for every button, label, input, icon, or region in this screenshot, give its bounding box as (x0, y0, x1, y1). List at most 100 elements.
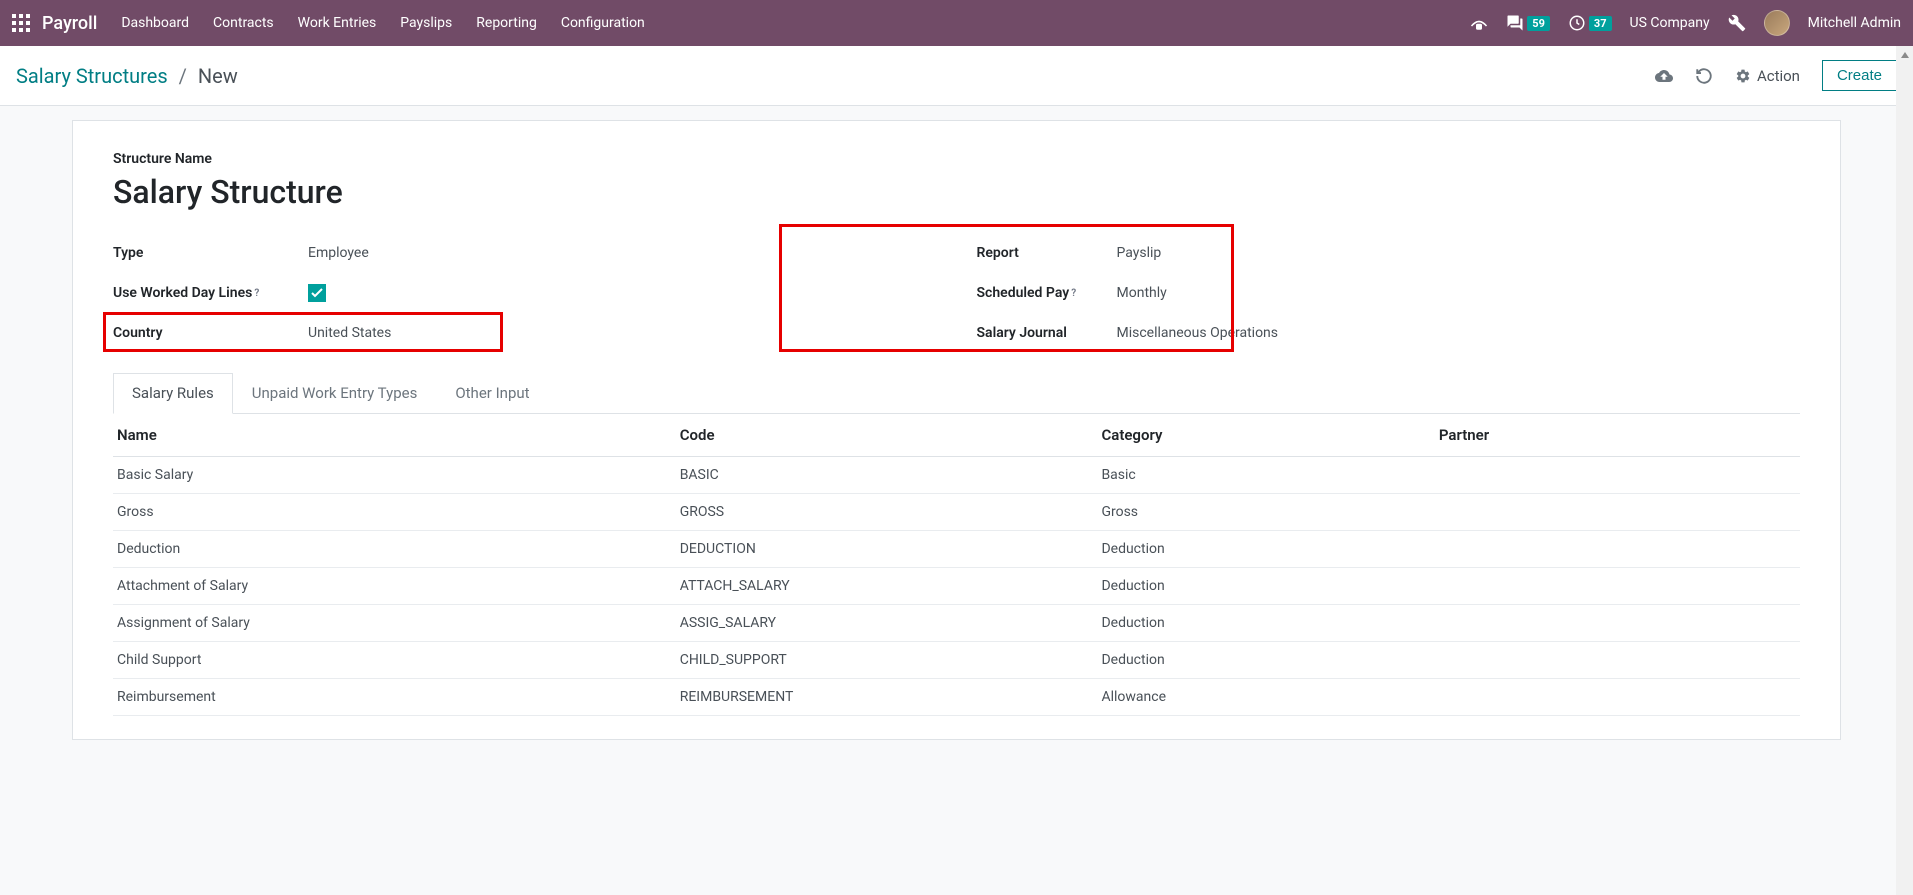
journal-value[interactable]: Miscellaneous Operations (1117, 325, 1279, 341)
scheduled-label: Scheduled Pay? (977, 285, 1117, 301)
activities-icon[interactable]: 37 (1568, 14, 1612, 32)
form-fields-area: Type Employee Use Worked Day Lines? (113, 233, 1800, 353)
nav-menu-payslips[interactable]: Payslips (400, 15, 452, 31)
cell-category: Deduction (1091, 568, 1428, 605)
cell-name: Deduction (113, 531, 670, 568)
apps-icon[interactable] (12, 14, 30, 32)
cell-category: Basic (1091, 457, 1428, 494)
field-type: Type Employee (113, 233, 937, 273)
field-salary-journal: Salary Journal Miscellaneous Operations (977, 313, 1801, 353)
field-worked-day-lines: Use Worked Day Lines? (113, 273, 937, 313)
table-row[interactable]: Attachment of SalaryATTACH_SALARYDeducti… (113, 568, 1800, 605)
debug-tools-icon[interactable] (1728, 14, 1746, 32)
worked-day-label: Use Worked Day Lines? (113, 285, 308, 301)
field-scheduled-pay: Scheduled Pay? Monthly (977, 273, 1801, 313)
cell-code: ASSIG_SALARY (670, 605, 1092, 642)
nav-left: Payroll Dashboard Contracts Work Entries… (12, 13, 645, 34)
scroll-up-arrow-icon[interactable] (1896, 46, 1913, 63)
structure-name-label: Structure Name (113, 151, 1800, 167)
cell-partner (1429, 605, 1800, 642)
cell-code: DEDUCTION (670, 531, 1092, 568)
cell-code: CHILD_SUPPORT (670, 642, 1092, 679)
messages-icon[interactable]: 59 (1506, 14, 1550, 32)
cell-category: Gross (1091, 494, 1428, 531)
nav-menu-configuration[interactable]: Configuration (561, 15, 645, 31)
cell-code: BASIC (670, 457, 1092, 494)
cell-partner (1429, 531, 1800, 568)
form-left-column: Type Employee Use Worked Day Lines? (113, 233, 937, 353)
tab-salary-rules[interactable]: Salary Rules (113, 373, 233, 414)
cell-name: Basic Salary (113, 457, 670, 494)
breadcrumb-separator: / (179, 64, 187, 88)
field-country: Country United States (113, 313, 937, 353)
cell-name: Child Support (113, 642, 670, 679)
table-row[interactable]: GrossGROSSGross (113, 494, 1800, 531)
action-dropdown[interactable]: Action (1735, 67, 1800, 85)
record-title[interactable]: Salary Structure (113, 173, 1800, 211)
cell-name: Gross (113, 494, 670, 531)
nav-menu-work-entries[interactable]: Work Entries (298, 15, 377, 31)
app-title[interactable]: Payroll (42, 13, 97, 34)
user-avatar[interactable] (1764, 10, 1790, 36)
top-navbar: Payroll Dashboard Contracts Work Entries… (0, 0, 1913, 46)
cell-name: Attachment of Salary (113, 568, 670, 605)
cell-code: REIMBURSEMENT (670, 679, 1092, 716)
nav-menu-dashboard[interactable]: Dashboard (121, 15, 189, 31)
report-label: Report (977, 245, 1117, 261)
col-category[interactable]: Category (1091, 414, 1428, 457)
cell-code: ATTACH_SALARY (670, 568, 1092, 605)
table-row[interactable]: DeductionDEDUCTIONDeduction (113, 531, 1800, 568)
cell-partner (1429, 494, 1800, 531)
table-row[interactable]: Child SupportCHILD_SUPPORTDeduction (113, 642, 1800, 679)
create-button[interactable]: Create (1822, 60, 1897, 91)
col-partner[interactable]: Partner (1429, 414, 1800, 457)
col-code[interactable]: Code (670, 414, 1092, 457)
help-icon[interactable]: ? (254, 288, 259, 299)
company-switcher[interactable]: US Company (1630, 15, 1710, 31)
report-value[interactable]: Payslip (1117, 245, 1162, 261)
breadcrumb-parent[interactable]: Salary Structures (16, 64, 168, 88)
tray-phone-icon[interactable] (1470, 14, 1488, 32)
nav-menu-contracts[interactable]: Contracts (213, 15, 274, 31)
cell-category: Deduction (1091, 531, 1428, 568)
journal-label: Salary Journal (977, 325, 1117, 341)
form-tabs: Salary Rules Unpaid Work Entry Types Oth… (113, 373, 1800, 414)
help-icon[interactable]: ? (1071, 288, 1076, 299)
cloud-upload-icon[interactable] (1655, 67, 1673, 85)
main-wrapper: Structure Name Salary Structure Type Emp… (0, 120, 1913, 740)
cell-partner (1429, 457, 1800, 494)
table-row[interactable]: Assignment of SalaryASSIG_SALARYDeductio… (113, 605, 1800, 642)
cell-name: Reimbursement (113, 679, 670, 716)
checkbox-checked-icon[interactable] (308, 284, 326, 302)
gear-icon (1735, 68, 1751, 84)
nav-menu-reporting[interactable]: Reporting (476, 15, 537, 31)
col-name[interactable]: Name (113, 414, 670, 457)
breadcrumb-current: New (198, 64, 238, 88)
scheduled-label-text: Scheduled Pay (977, 285, 1070, 301)
cell-partner (1429, 679, 1800, 716)
country-label: Country (113, 325, 308, 341)
worked-day-label-text: Use Worked Day Lines (113, 285, 252, 301)
cell-name: Assignment of Salary (113, 605, 670, 642)
scheduled-value[interactable]: Monthly (1117, 285, 1167, 301)
country-value[interactable]: United States (308, 325, 391, 341)
type-value[interactable]: Employee (308, 245, 369, 261)
cell-partner (1429, 642, 1800, 679)
cell-code: GROSS (670, 494, 1092, 531)
control-panel: Salary Structures / New Action Create (0, 46, 1913, 106)
scrollbar-track[interactable] (1896, 46, 1913, 895)
tab-unpaid-work-entry-types[interactable]: Unpaid Work Entry Types (233, 373, 437, 413)
table-header-row: Name Code Category Partner (113, 414, 1800, 457)
form-right-column: Report Payslip Scheduled Pay? Monthly Sa… (977, 233, 1801, 353)
cell-category: Deduction (1091, 605, 1428, 642)
discard-undo-icon[interactable] (1695, 67, 1713, 85)
worked-day-value[interactable] (308, 284, 326, 302)
user-name[interactable]: Mitchell Admin (1808, 15, 1901, 31)
tab-other-input[interactable]: Other Input (436, 373, 548, 413)
table-row[interactable]: ReimbursementREIMBURSEMENTAllowance (113, 679, 1800, 716)
messages-badge: 59 (1527, 16, 1550, 31)
salary-rules-table: Name Code Category Partner Basic SalaryB… (113, 414, 1800, 716)
control-panel-actions: Action Create (1655, 60, 1897, 91)
table-row[interactable]: Basic SalaryBASICBasic (113, 457, 1800, 494)
cell-category: Deduction (1091, 642, 1428, 679)
